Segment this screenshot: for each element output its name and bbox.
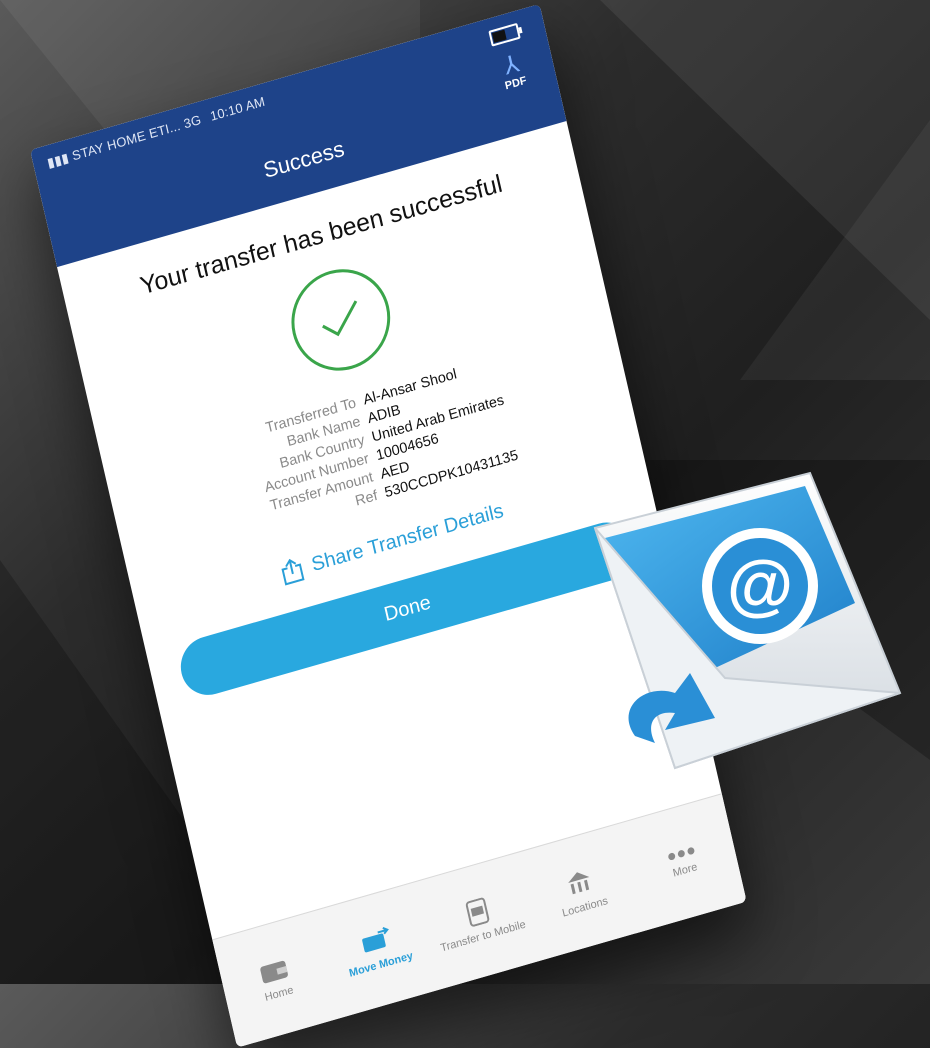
tab-label: More (671, 861, 699, 880)
background-facet (740, 120, 930, 380)
success-check-icon (281, 257, 401, 383)
network-type: 3G (182, 111, 203, 132)
location-bank-icon (568, 872, 590, 895)
status-time: 10:10 AM (208, 93, 267, 124)
tab-bar: Home Move Money Transfer to Mobile Locat… (212, 793, 747, 1048)
signal-icon: ▮▮▮ (45, 149, 71, 171)
email-envelope-icon: @ (593, 471, 902, 770)
mobile-money-icon (465, 897, 490, 927)
svg-text:@: @ (727, 547, 793, 623)
battery-icon (488, 22, 521, 47)
wallet-icon (260, 960, 288, 984)
tab-label: Move Money (347, 949, 415, 980)
more-dots-icon (668, 847, 695, 861)
tab-label: Home (263, 984, 295, 1004)
money-transfer-icon (362, 926, 389, 953)
share-icon (280, 559, 305, 586)
